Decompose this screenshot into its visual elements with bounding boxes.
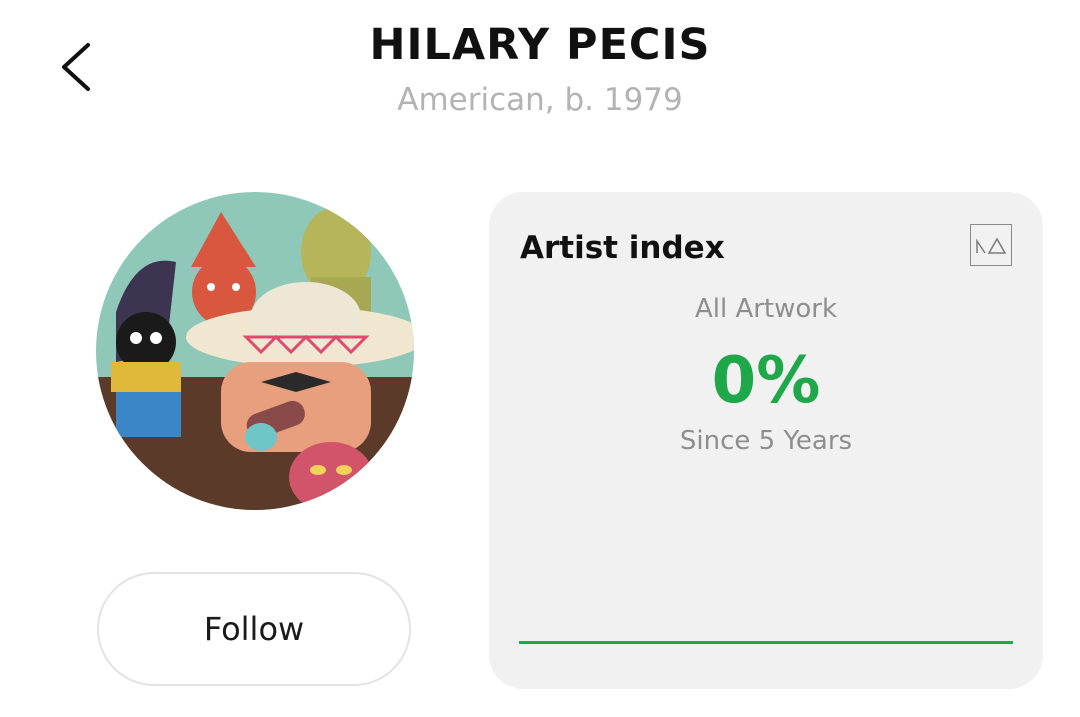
artist-index-logo-icon (970, 224, 1012, 266)
artist-index-period: Since 5 Years (679, 426, 853, 456)
artist-page: HILARY PECIS American, b. 1979 Follow Ar… (0, 0, 1080, 717)
artist-index-value: 0% (711, 344, 821, 418)
follow-button[interactable]: Follow (97, 572, 411, 686)
artist-index-trend-line (519, 641, 1013, 644)
artist-avatar[interactable] (96, 192, 414, 510)
artist-index-scope: All Artwork (694, 294, 838, 324)
artist-nationality-birth: American, b. 1979 (397, 82, 683, 118)
artist-name: HILARY PECIS (369, 20, 711, 70)
artist-index-card[interactable]: Artist index All Artwork 0% Since 5 Year… (489, 192, 1043, 689)
artwork-thumbnail-image (96, 192, 414, 510)
artist-index-title: Artist index (520, 230, 725, 266)
